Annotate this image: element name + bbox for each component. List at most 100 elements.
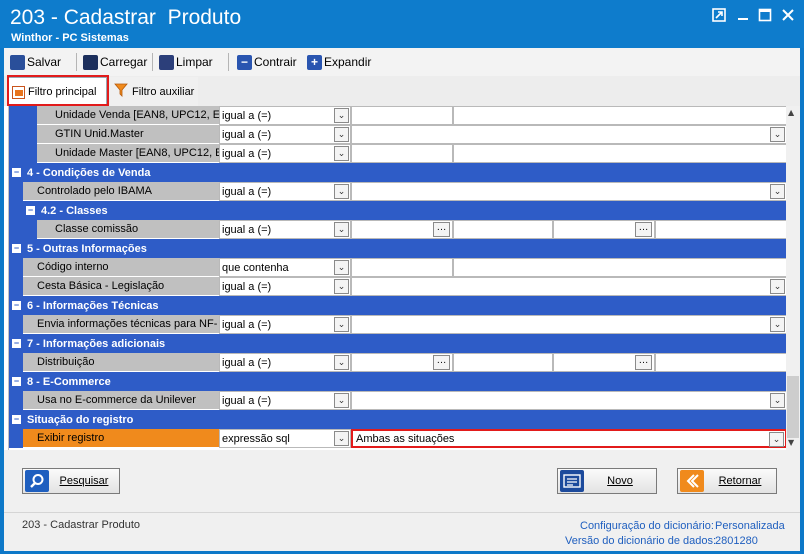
chevron-down-icon[interactable]: ⌄ xyxy=(334,279,349,294)
value-select[interactable]: ⌄ xyxy=(351,315,786,334)
scroll-down-icon[interactable]: ▼ xyxy=(788,438,794,447)
operator-select[interactable]: igual a (=) ⌄ xyxy=(219,106,351,125)
vertical-scrollbar[interactable]: ▲ ▼ xyxy=(786,106,800,450)
operator-select[interactable]: igual a (=) ⌄ xyxy=(219,182,351,201)
maximize-button[interactable] xyxy=(756,8,774,26)
status-version-label: Versão do dicionário de dados: xyxy=(565,535,717,547)
category-row: −6 - Informações Técnicas xyxy=(9,296,786,315)
chevron-down-icon[interactable]: ⌄ xyxy=(334,184,349,199)
chevron-down-icon[interactable]: ⌄ xyxy=(770,279,785,294)
chevron-down-icon[interactable]: ⌄ xyxy=(334,431,349,446)
clear-label: Limpar xyxy=(176,55,213,69)
restore-icon[interactable] xyxy=(710,8,728,26)
field-label[interactable]: Classe comissão xyxy=(37,220,219,239)
clear-button[interactable]: Limpar xyxy=(159,53,213,71)
field-label[interactable]: Controlado pelo IBAMA xyxy=(23,182,219,201)
load-icon xyxy=(83,54,98,70)
save-label: Salvar xyxy=(27,55,62,69)
scroll-up-icon[interactable]: ▲ xyxy=(788,108,794,117)
chevron-down-icon[interactable]: ⌄ xyxy=(334,260,349,275)
operator-select[interactable]: igual a (=) ⌄ xyxy=(219,353,351,372)
field-label[interactable]: Unidade Master [EAN8, UPC12, E xyxy=(37,144,219,163)
collapse-toggle-icon[interactable]: − xyxy=(12,415,21,424)
operator-select[interactable]: expressão sql ⌄ xyxy=(219,429,351,448)
collapse-toggle-icon[interactable]: − xyxy=(26,206,35,215)
chevron-down-icon[interactable]: ⌄ xyxy=(334,108,349,123)
category-label: 4 - Condições de Venda xyxy=(27,166,151,179)
operator-select[interactable]: que contenha ⌄ xyxy=(219,258,351,277)
row-gutter xyxy=(9,106,37,125)
load-button[interactable]: Carregar xyxy=(83,53,147,71)
row-gutter xyxy=(9,182,23,201)
filter-row: Cesta Básica - Legislação igual a (=) ⌄ ⌄ xyxy=(9,277,786,296)
chevron-down-icon[interactable]: ⌄ xyxy=(334,222,349,237)
collapse-toggle-icon[interactable]: − xyxy=(12,301,21,310)
row-gutter xyxy=(9,144,37,163)
ellipsis-button[interactable]: … xyxy=(635,355,652,370)
value-select[interactable]: ⌄ xyxy=(351,391,786,410)
value-input[interactable] xyxy=(351,258,453,277)
value-select[interactable]: Ambas as situações ⌄ xyxy=(351,429,786,448)
scrollbar-thumb[interactable] xyxy=(787,376,799,438)
collapse-toggle-icon[interactable]: − xyxy=(12,168,21,177)
chevron-down-icon[interactable]: ⌄ xyxy=(334,146,349,161)
operator-select[interactable]: igual a (=) ⌄ xyxy=(219,391,351,410)
chevron-down-icon[interactable]: ⌄ xyxy=(770,184,785,199)
operator-value: que contenha xyxy=(222,261,289,274)
field-label[interactable]: Usa no E-commerce da Unilever xyxy=(23,391,219,410)
value-input[interactable] xyxy=(351,144,453,163)
ellipsis-button[interactable]: … xyxy=(433,355,450,370)
tab-filtro-auxiliar[interactable]: Filtro auxiliar xyxy=(110,77,198,106)
field-label[interactable]: Envia informações técnicas para NF- xyxy=(23,315,219,334)
value-extra xyxy=(453,144,786,163)
value-input[interactable] xyxy=(351,106,453,125)
return-label: Retornar xyxy=(718,475,762,487)
operator-select[interactable]: igual a (=) ⌄ xyxy=(219,220,351,239)
operator-value: igual a (=) xyxy=(222,109,272,122)
chevron-down-icon[interactable]: ⌄ xyxy=(334,317,349,332)
value-select[interactable]: ⌄ xyxy=(351,125,786,144)
chevron-down-icon[interactable]: ⌄ xyxy=(769,432,784,447)
range-end-input[interactable]: … xyxy=(553,353,655,372)
collapse-toggle-icon[interactable]: − xyxy=(12,244,21,253)
chevron-down-icon[interactable]: ⌄ xyxy=(770,317,785,332)
range-gap xyxy=(453,353,553,372)
field-label[interactable]: Unidade Venda [EAN8, UPC12, EA xyxy=(37,106,219,125)
save-button[interactable]: Salvar xyxy=(10,53,61,71)
field-label[interactable]: Distribuição xyxy=(23,353,219,372)
field-label[interactable]: Exibir registro xyxy=(23,429,219,448)
operator-select[interactable]: igual a (=) ⌄ xyxy=(219,315,351,334)
status-config-label: Configuração do dicionário: xyxy=(580,520,714,532)
value-select[interactable]: ⌄ xyxy=(351,182,786,201)
status-bar: 203 - Cadastrar Produto Configuração do … xyxy=(4,512,800,551)
tab-filtro-principal[interactable]: Filtro principal xyxy=(7,77,107,106)
field-label[interactable]: Cesta Básica - Legislação xyxy=(23,277,219,296)
return-button[interactable]: Retornar xyxy=(677,468,777,494)
ellipsis-button[interactable]: … xyxy=(433,222,450,237)
minimize-button[interactable] xyxy=(734,8,752,26)
operator-select[interactable]: igual a (=) ⌄ xyxy=(219,144,351,163)
chevron-down-icon[interactable]: ⌄ xyxy=(770,393,785,408)
collapse-toggle-icon[interactable]: − xyxy=(12,339,21,348)
new-button[interactable]: Novo xyxy=(557,468,657,494)
range-start-input[interactable]: … xyxy=(351,353,453,372)
value-select[interactable]: ⌄ xyxy=(351,277,786,296)
filter-edit-icon xyxy=(12,85,25,99)
collapse-button[interactable]: − Contrair xyxy=(237,53,297,71)
expand-button[interactable]: + Expandir xyxy=(307,53,371,71)
filter-grid: Unidade Venda [EAN8, UPC12, EA igual a (=… xyxy=(8,106,786,450)
field-label[interactable]: GTIN Unid.Master xyxy=(37,125,219,144)
close-button[interactable] xyxy=(779,8,797,26)
field-label[interactable]: Código interno xyxy=(23,258,219,277)
range-start-input[interactable]: … xyxy=(351,220,453,239)
range-end-input[interactable]: … xyxy=(553,220,655,239)
chevron-down-icon[interactable]: ⌄ xyxy=(334,393,349,408)
operator-select[interactable]: igual a (=) ⌄ xyxy=(219,277,351,296)
chevron-down-icon[interactable]: ⌄ xyxy=(334,127,349,142)
collapse-toggle-icon[interactable]: − xyxy=(12,377,21,386)
search-button[interactable]: Pesquisar xyxy=(22,468,120,494)
operator-select[interactable]: igual a (=) ⌄ xyxy=(219,125,351,144)
ellipsis-button[interactable]: … xyxy=(635,222,652,237)
chevron-down-icon[interactable]: ⌄ xyxy=(334,355,349,370)
chevron-down-icon[interactable]: ⌄ xyxy=(770,127,785,142)
